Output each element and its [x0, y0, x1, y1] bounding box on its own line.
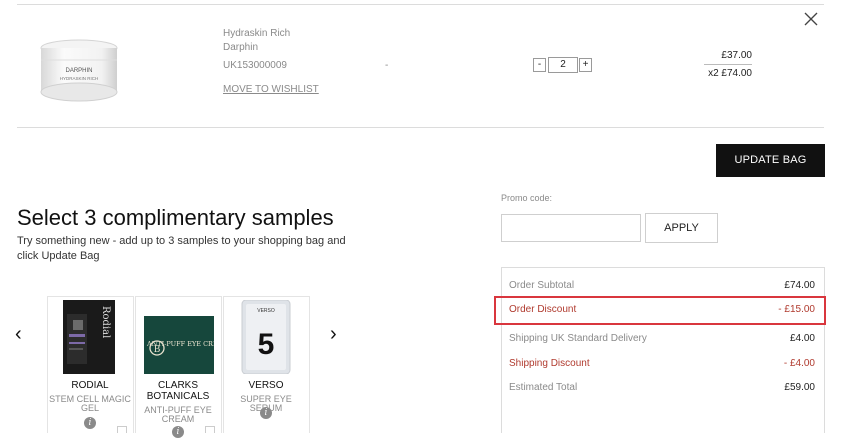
- total-label: Estimated Total: [509, 382, 578, 393]
- sample-product-clarks: ANTI-PUFF EYE CREAM: [144, 405, 212, 424]
- sample-brand-clarks: CLARKS BOTANICALS: [146, 380, 210, 402]
- delivery-row: Shipping UK Standard Delivery £4.00: [509, 333, 815, 344]
- promo-code-label: Promo code:: [501, 193, 553, 203]
- samples-title: Select 3 complimentary samples: [17, 205, 334, 230]
- samples-next-arrow[interactable]: ›: [330, 323, 337, 346]
- order-summary: [501, 267, 825, 433]
- clarks-sample-image: B ANTI-PUFF EYE CREAM: [144, 316, 214, 374]
- qty-increase-button[interactable]: +: [579, 58, 592, 72]
- verso-sample-image: VERSO 5: [241, 300, 291, 374]
- product-variant: -: [385, 60, 389, 71]
- info-icon[interactable]: i: [260, 407, 272, 419]
- sample-brand-rodial: RODIAL: [71, 380, 109, 391]
- product-name: Hydraskin Rich: [223, 28, 291, 39]
- shipping-discount-label: Shipping Discount: [509, 358, 590, 369]
- move-to-wishlist-link[interactable]: MOVE TO WISHLIST: [223, 84, 319, 95]
- discount-highlight-box: [494, 296, 826, 325]
- promo-code-input[interactable]: [501, 214, 641, 242]
- shipping-discount-row: Shipping Discount - £4.00: [509, 358, 815, 369]
- delivery-label: Shipping UK Standard Delivery: [509, 333, 647, 344]
- subtotal-row: Order Subtotal £74.00: [509, 280, 815, 291]
- apply-promo-button[interactable]: APPLY: [645, 213, 718, 243]
- samples-subtitle: Try something new - add up to 3 samples …: [17, 235, 346, 262]
- info-icon[interactable]: i: [84, 417, 96, 429]
- total-value: £59.00: [784, 382, 815, 393]
- update-bag-button[interactable]: UPDATE BAG: [716, 144, 825, 177]
- rodial-sample-image: Rodial: [63, 300, 115, 374]
- sample-brand-verso: VERSO: [248, 380, 284, 391]
- unit-price: £37.00: [721, 50, 752, 61]
- quantity-field[interactable]: 2: [548, 57, 578, 73]
- line-total: x2 £74.00: [708, 68, 752, 79]
- delivery-value: £4.00: [789, 333, 815, 344]
- verso-logo-text: 5: [258, 328, 275, 361]
- product-divider: [17, 127, 824, 128]
- qty-decrease-button[interactable]: -: [533, 58, 546, 72]
- clarks-logo-text: ANTI-PUFF EYE CREAM: [146, 340, 214, 348]
- total-row: Estimated Total £59.00: [509, 382, 815, 393]
- price-divider: [704, 64, 752, 65]
- rodial-logo-text: Rodial: [100, 306, 111, 338]
- sample-product-rodial: STEM CELL MAGIC GEL: [49, 394, 131, 413]
- image-brand-text: DARPHIN: [65, 68, 92, 74]
- top-divider: [17, 4, 824, 5]
- close-icon[interactable]: [802, 10, 820, 28]
- subtotal-label: Order Subtotal: [509, 280, 575, 291]
- product-sku: UK153000009: [223, 60, 287, 71]
- samples-prev-arrow[interactable]: ‹: [15, 323, 22, 346]
- subtotal-value: £74.00: [784, 280, 815, 291]
- product-brand: Darphin: [223, 42, 259, 53]
- verso-image-brand: VERSO: [257, 308, 275, 314]
- shipping-discount-value: - £4.00: [783, 358, 815, 369]
- image-product-text: HYDRASKIN RICH: [60, 76, 99, 81]
- product-image: DARPHIN HYDRASKIN RICH: [40, 39, 118, 102]
- info-icon[interactable]: i: [172, 426, 184, 438]
